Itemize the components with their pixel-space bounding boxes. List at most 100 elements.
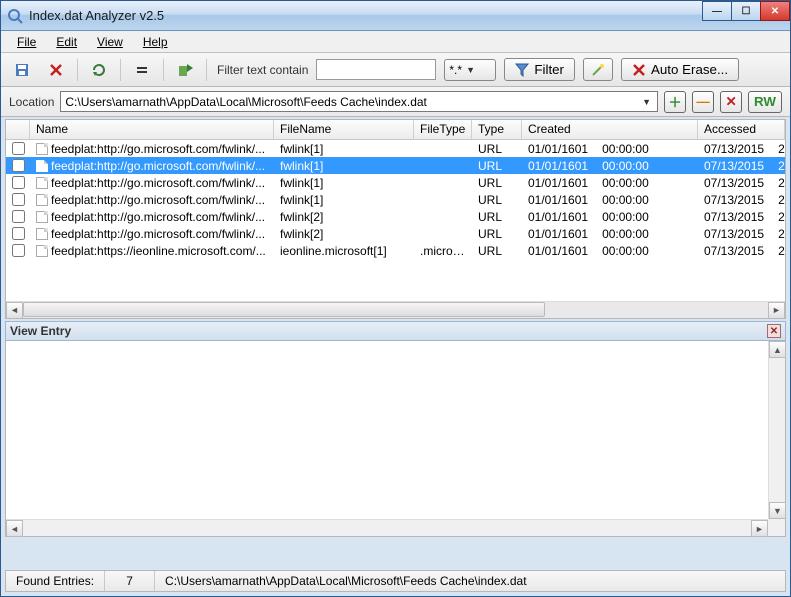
cell-accessed: 07/13/201521:06:34: [698, 244, 785, 258]
wand-button[interactable]: [583, 58, 613, 81]
cell-created: 01/01/160100:00:00: [522, 227, 698, 241]
cell-name: feedplat:https://ieonline.microsoft.com/…: [30, 244, 274, 258]
cell-created: 01/01/160100:00:00: [522, 176, 698, 190]
row-checkbox[interactable]: [12, 176, 25, 189]
separator: [163, 59, 164, 81]
save-icon: [14, 62, 30, 78]
status-path: C:\Users\amarnath\AppData\Local\Microsof…: [155, 571, 785, 591]
minimize-button[interactable]: —: [702, 1, 732, 21]
column-accessed[interactable]: Accessed: [698, 120, 785, 139]
cell-type: URL: [472, 210, 522, 224]
scroll-right-icon[interactable]: ►: [768, 302, 785, 319]
add-location-button[interactable]: ＋: [664, 91, 686, 113]
cell-created: 01/01/160100:00:00: [522, 210, 698, 224]
menu-edit[interactable]: Edit: [46, 33, 87, 51]
cell-name: feedplat:http://go.microsoft.com/fwlink/…: [30, 159, 274, 173]
clear-location-button[interactable]: ✕: [720, 91, 742, 113]
row-checkbox-cell: [6, 176, 30, 189]
cell-created: 01/01/160100:00:00: [522, 142, 698, 156]
row-checkbox-cell: [6, 227, 30, 240]
row-checkbox[interactable]: [12, 227, 25, 240]
scroll-down-icon[interactable]: ▼: [769, 502, 786, 519]
table-row[interactable]: feedplat:http://go.microsoft.com/fwlink/…: [6, 225, 785, 242]
delete-button[interactable]: [43, 58, 69, 82]
view-entry-title: View Entry: [10, 324, 71, 338]
column-filename[interactable]: FileName: [274, 120, 414, 139]
vertical-scrollbar[interactable]: ▲ ▼: [768, 341, 785, 519]
table-row[interactable]: feedplat:http://go.microsoft.com/fwlink/…: [6, 157, 785, 174]
location-combo[interactable]: C:\Users\amarnath\AppData\Local\Microsof…: [60, 91, 658, 112]
table-row[interactable]: feedplat:http://go.microsoft.com/fwlink/…: [6, 174, 785, 191]
plus-icon: ＋: [668, 92, 681, 111]
filter-button-label: Filter: [534, 62, 564, 77]
cell-type: URL: [472, 142, 522, 156]
scrollbar-corner: [768, 519, 785, 536]
cell-name: feedplat:http://go.microsoft.com/fwlink/…: [30, 176, 274, 190]
row-checkbox[interactable]: [12, 159, 25, 172]
scroll-left-icon[interactable]: ◄: [6, 520, 23, 537]
file-icon: [36, 211, 48, 223]
checkbox-column-header[interactable]: [6, 120, 30, 139]
scroll-up-icon[interactable]: ▲: [769, 341, 786, 358]
table-header: Name FileName FileType Type Created Acce…: [6, 120, 785, 140]
equals-icon: [134, 62, 150, 78]
auto-erase-button[interactable]: Auto Erase...: [621, 58, 739, 81]
cell-type: URL: [472, 193, 522, 207]
view-entry-close-button[interactable]: ✕: [767, 324, 781, 338]
scroll-track[interactable]: [23, 302, 768, 319]
cell-type: URL: [472, 176, 522, 190]
file-icon: [36, 194, 48, 206]
cell-filename: ieonline.microsoft[1]: [274, 244, 414, 258]
table-row[interactable]: feedplat:https://ieonline.microsoft.com/…: [6, 242, 785, 259]
scroll-right-icon[interactable]: ►: [751, 520, 768, 537]
funnel-icon: [515, 63, 529, 77]
row-checkbox[interactable]: [12, 193, 25, 206]
row-checkbox[interactable]: [12, 244, 25, 257]
menu-view[interactable]: View: [87, 33, 133, 51]
export-button[interactable]: [172, 58, 198, 82]
cell-created: 01/01/160100:00:00: [522, 193, 698, 207]
close-button[interactable]: ✕: [760, 1, 790, 21]
cell-accessed: 07/13/201520:18:37: [698, 176, 785, 190]
menu-help[interactable]: Help: [133, 33, 178, 51]
refresh-button[interactable]: [86, 58, 112, 82]
scroll-thumb[interactable]: [23, 302, 545, 317]
export-icon: [177, 62, 193, 78]
table-row[interactable]: feedplat:http://go.microsoft.com/fwlink/…: [6, 191, 785, 208]
cell-name: feedplat:http://go.microsoft.com/fwlink/…: [30, 210, 274, 224]
table-row[interactable]: feedplat:http://go.microsoft.com/fwlink/…: [6, 208, 785, 225]
scroll-left-icon[interactable]: ◄: [6, 302, 23, 319]
chevron-down-icon: ▼: [640, 97, 653, 107]
column-filetype[interactable]: FileType: [414, 120, 472, 139]
file-icon: [36, 160, 48, 172]
row-checkbox[interactable]: [12, 210, 25, 223]
cell-name: feedplat:http://go.microsoft.com/fwlink/…: [30, 142, 274, 156]
x-icon: ✕: [725, 94, 736, 110]
filter-input[interactable]: [316, 59, 436, 80]
column-name[interactable]: Name: [30, 120, 274, 139]
location-label: Location: [9, 95, 54, 109]
horizontal-scrollbar[interactable]: ◄ ►: [6, 519, 768, 536]
maximize-button[interactable]: ☐: [731, 1, 761, 21]
cell-filename: fwlink[1]: [274, 193, 414, 207]
status-count: 7: [105, 571, 155, 591]
wildcard-combo[interactable]: *.* ▼: [444, 59, 496, 81]
location-bar: Location C:\Users\amarnath\AppData\Local…: [1, 87, 790, 117]
cell-accessed: 07/13/201520:18:37: [698, 142, 785, 156]
column-type[interactable]: Type: [472, 120, 522, 139]
window-controls: — ☐ ✕: [703, 1, 790, 21]
remove-location-button[interactable]: —: [692, 91, 714, 113]
filter-button[interactable]: Filter: [504, 58, 575, 81]
equals-button[interactable]: [129, 58, 155, 82]
rw-button[interactable]: RW: [748, 91, 782, 113]
table-row[interactable]: feedplat:http://go.microsoft.com/fwlink/…: [6, 140, 785, 157]
row-checkbox-cell: [6, 244, 30, 257]
horizontal-scrollbar[interactable]: ◄ ►: [6, 301, 785, 318]
file-icon: [36, 228, 48, 240]
cell-type: URL: [472, 159, 522, 173]
save-button[interactable]: [9, 58, 35, 82]
menu-file[interactable]: File: [7, 33, 46, 51]
column-created[interactable]: Created: [522, 120, 698, 139]
row-checkbox[interactable]: [12, 142, 25, 155]
cell-filename: fwlink[1]: [274, 176, 414, 190]
